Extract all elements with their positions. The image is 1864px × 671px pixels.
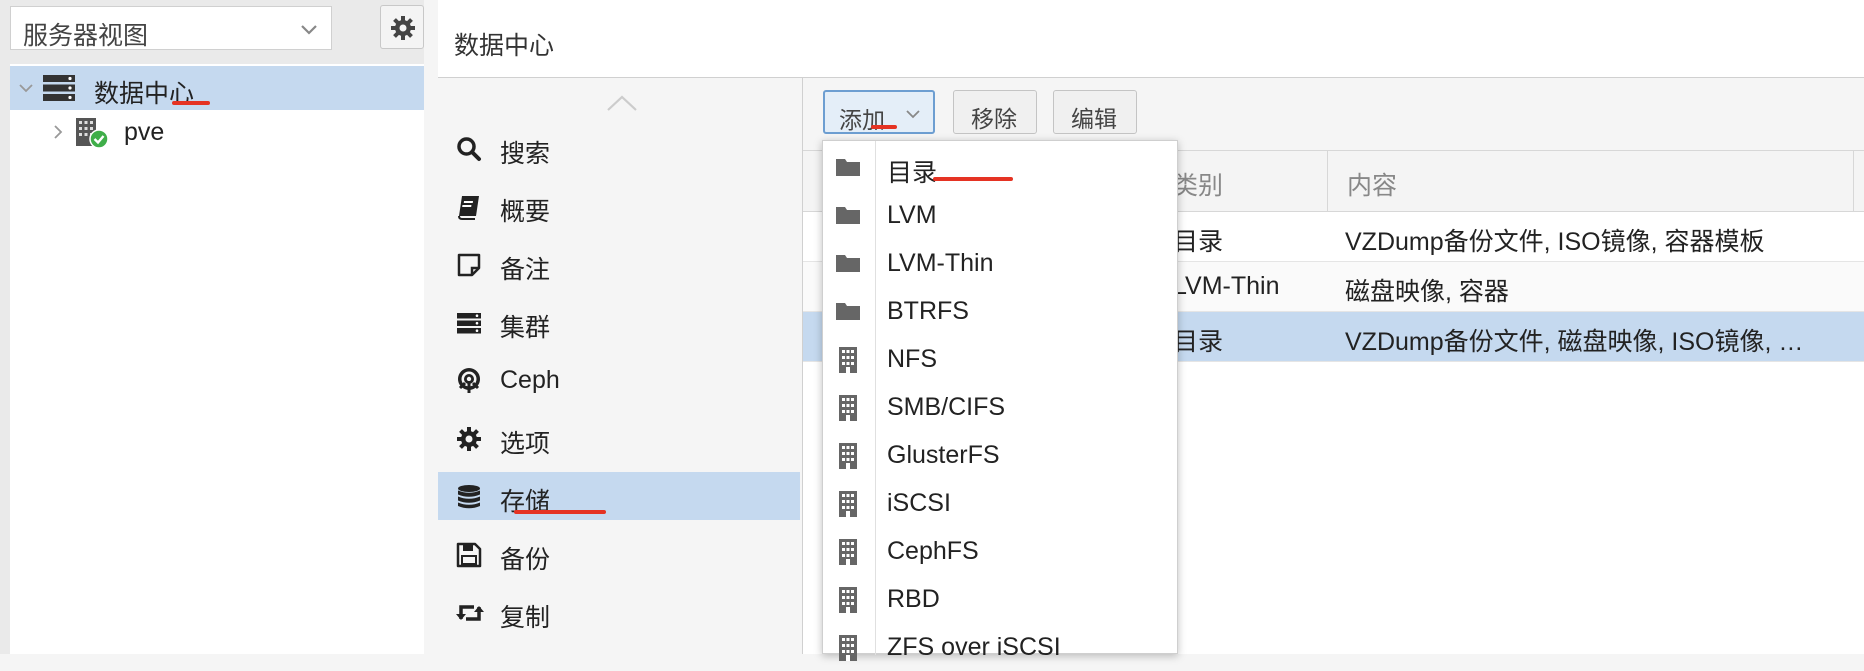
retweet-icon (456, 600, 484, 626)
building-icon (835, 442, 861, 469)
view-selector-value: 服务器视图 (23, 22, 149, 50)
folder-icon (835, 154, 861, 180)
building-icon (835, 394, 861, 421)
column-divider (1853, 151, 1854, 211)
menu-item-rbd[interactable]: RBD (823, 575, 1177, 623)
chevron-down-icon (299, 19, 319, 39)
building-icon (835, 346, 861, 373)
menu-item-glusterfs[interactable]: GlusterFS (823, 431, 1177, 479)
nav-item-replication[interactable]: 复制 (438, 588, 800, 636)
cell-type: 目录 (1173, 328, 1224, 356)
annotation-underline (871, 125, 897, 129)
menu-item-label: NFS (887, 345, 937, 373)
annotation-underline (514, 510, 606, 514)
remove-button[interactable]: 移除 (953, 90, 1037, 134)
chevron-down-icon (905, 106, 921, 122)
nav-item-backup[interactable]: 备份 (438, 530, 800, 578)
menu-item-label: ZFS over iSCSI (887, 633, 1061, 661)
menu-item-label: BTRFS (887, 297, 969, 325)
menu-item-label: iSCSI (887, 489, 951, 517)
building-icon (835, 490, 861, 517)
folder-icon (835, 250, 861, 276)
menu-item-lvm-thin[interactable]: LVM-Thin (823, 239, 1177, 287)
building-icon (835, 538, 861, 565)
datacenter-icon (42, 74, 76, 102)
nav-item-ceph[interactable]: Ceph (438, 356, 800, 404)
menu-item-smb-cifs[interactable]: SMB/CIFS (823, 383, 1177, 431)
add-storage-menu: 目录 LVM LVM-Thin BTRFS NFS SMB/CIFS Glust… (822, 140, 1178, 661)
nav-item-notes[interactable]: 备注 (438, 240, 800, 288)
gear-icon (391, 16, 415, 40)
add-button[interactable]: 添加 (823, 90, 935, 134)
chevron-right-icon[interactable] (50, 124, 66, 140)
content-header: 数据中心 (438, 0, 1864, 78)
note-icon (456, 252, 482, 278)
folder-icon (835, 298, 861, 324)
menu-item-label: CephFS (887, 537, 979, 565)
database-icon (456, 484, 482, 510)
column-header-content[interactable]: 内容 (1347, 166, 1397, 202)
nav-item-label: 复制 (500, 604, 551, 632)
edit-button-label: 编辑 (1071, 106, 1117, 132)
cell-content: 磁盘映像, 容器 (1345, 278, 1509, 306)
menu-item-nfs[interactable]: NFS (823, 335, 1177, 383)
chevron-down-icon[interactable] (18, 80, 34, 96)
resource-tree: 数据中心 pve (10, 64, 424, 654)
menu-item-iscsi[interactable]: iSCSI (823, 479, 1177, 527)
nav-item-summary[interactable]: 概要 (438, 182, 800, 230)
nav-item-options[interactable]: 选项 (438, 414, 800, 462)
nav-item-label: Ceph (500, 366, 560, 394)
nav-item-label: 搜索 (500, 140, 551, 168)
menu-item-label: LVM-Thin (887, 249, 994, 277)
nav-item-label: 备份 (500, 546, 551, 574)
gear-icon (456, 426, 482, 452)
building-icon (835, 586, 861, 613)
nav-item-cluster[interactable]: 集群 (438, 298, 800, 346)
nav-item-label: 集群 (500, 314, 551, 342)
edit-button[interactable]: 编辑 (1053, 90, 1137, 134)
nav-item-search[interactable]: 搜索 (438, 124, 800, 172)
chevron-up-icon[interactable] (606, 94, 638, 112)
book-icon (456, 194, 482, 220)
annotation-underline (172, 101, 210, 105)
ceph-icon (456, 368, 482, 394)
tree-item-node-pve[interactable]: pve (10, 110, 424, 154)
cell-type: 目录 (1173, 228, 1224, 256)
menu-item-btrfs[interactable]: BTRFS (823, 287, 1177, 335)
nav-item-label: 概要 (500, 198, 551, 226)
menu-item-label: GlusterFS (887, 441, 1000, 469)
nav-item-storage[interactable]: 存储 (438, 472, 800, 520)
add-button-label: 添加 (839, 107, 885, 133)
cell-content: VZDump备份文件, 磁盘映像, ISO镜像, … (1345, 328, 1804, 356)
column-header-type[interactable]: 类别 (1173, 166, 1223, 202)
menu-item-label: SMB/CIFS (887, 393, 1006, 421)
remove-button-label: 移除 (971, 106, 1017, 132)
menu-item-label: 目录 (887, 159, 938, 187)
node-online-icon (74, 116, 110, 150)
nav-item-label: 备注 (500, 256, 551, 284)
page-title: 数据中心 (454, 32, 555, 60)
floppy-icon (456, 542, 482, 568)
menu-item-directory[interactable]: 目录 (823, 143, 1177, 191)
cell-type: LVM-Thin (1173, 272, 1280, 300)
folder-icon (835, 202, 861, 228)
view-selector[interactable]: 服务器视图 (10, 6, 332, 50)
resource-tree-panel: 服务器视图 数据中心 pve (0, 0, 424, 654)
tree-settings-button[interactable] (380, 5, 424, 49)
nav-item-label: 选项 (500, 430, 551, 458)
menu-item-lvm[interactable]: LVM (823, 191, 1177, 239)
server-icon (456, 310, 482, 336)
menu-item-label: LVM (887, 201, 937, 229)
tree-item-label: pve (124, 118, 165, 146)
menu-item-label: RBD (887, 585, 940, 613)
building-icon (835, 634, 861, 661)
search-icon (456, 136, 482, 162)
menu-item-cephfs[interactable]: CephFS (823, 527, 1177, 575)
annotation-underline (933, 177, 1013, 181)
menu-item-zfs-over-iscsi[interactable]: ZFS over iSCSI (823, 623, 1177, 671)
datacenter-nav-menu: 搜索 概要 备注 集群 Ceph 选项 存储 备份 复制 (438, 78, 800, 654)
cell-content: VZDump备份文件, ISO镜像, 容器模板 (1345, 228, 1765, 256)
column-divider (1327, 151, 1328, 211)
tree-item-datacenter[interactable]: 数据中心 (10, 66, 424, 110)
